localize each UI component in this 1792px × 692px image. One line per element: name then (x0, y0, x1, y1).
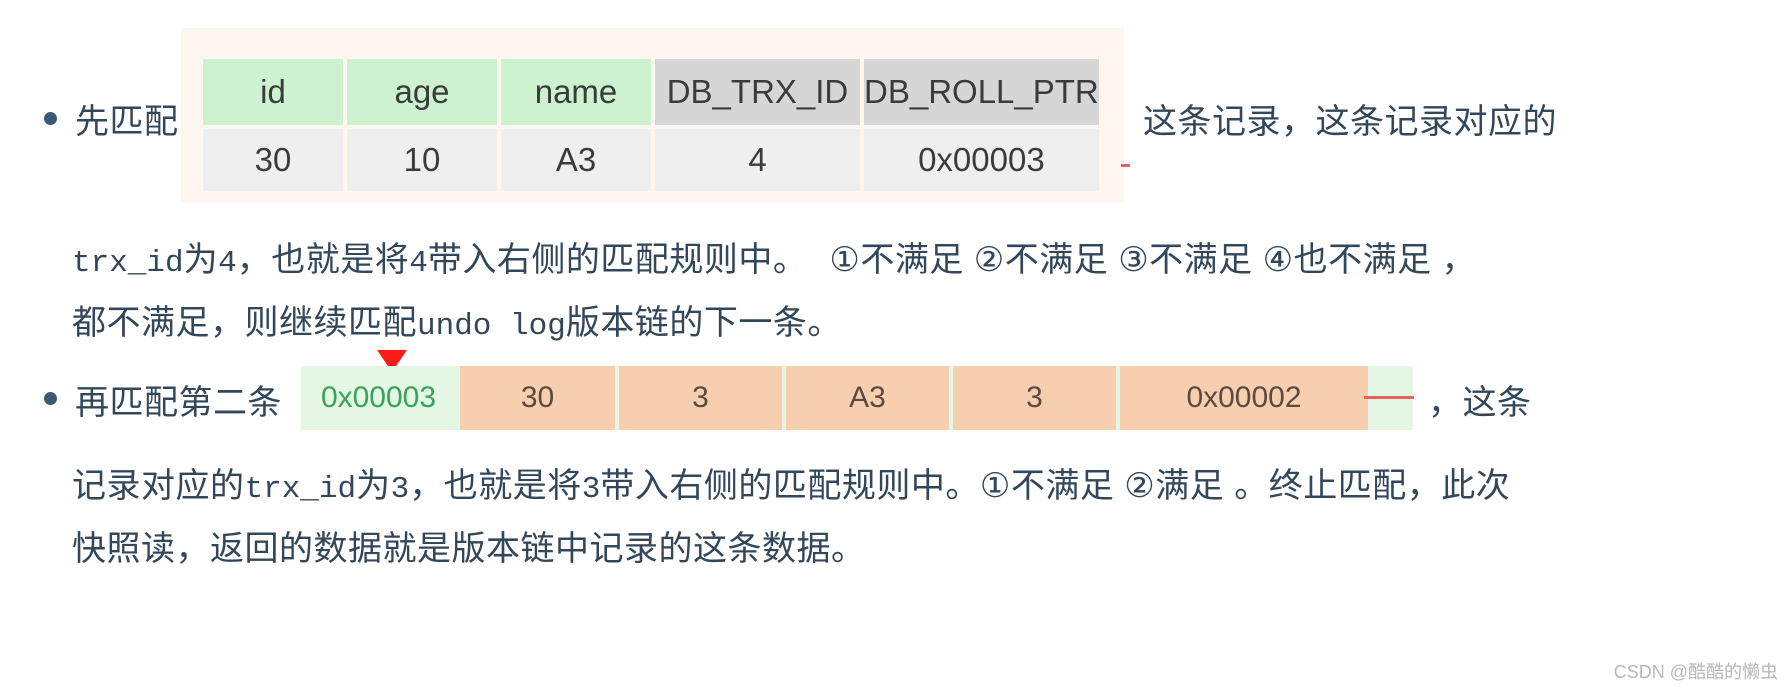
bullet-2-prefix-text: 再匹配第二条 (75, 384, 282, 422)
bullet-1-line-1-suffix: 这条记录，这条记录对应的 (1143, 94, 1557, 143)
line2-text-c: 带入右侧的匹配规则中。 (427, 241, 808, 279)
table-cell-db-trx-id: 4 (655, 129, 860, 191)
b2-line2-number: 3 (390, 472, 410, 507)
line3-text-b: 版本链的下一条。 (565, 304, 842, 342)
table-header-row: id age name DB_TRX_ID DB_ROLL_PTR (203, 59, 1099, 125)
table-cell-id: 30 (203, 129, 343, 191)
undo-log-row: 0x00003 30 3 A3 3 0x00002 (301, 366, 1372, 430)
undo-cell-age: 3 (619, 366, 782, 430)
b2-line2-text-b: 为 (356, 467, 391, 505)
red-line-marker (1364, 396, 1414, 399)
record-table: id age name DB_TRX_ID DB_ROLL_PTR 30 10 … (199, 55, 1103, 195)
line2-number-1: 4 (218, 246, 237, 281)
trx-id-code-1: trx_id (72, 246, 184, 281)
table-header-db-roll-ptr: DB_ROLL_PTR (864, 59, 1099, 125)
bullet-marker-2 (44, 392, 57, 405)
line3-text-a: 都不满足，则继续匹配 (72, 304, 417, 342)
bullet-1-line-1-prefix: 先匹配 (75, 94, 179, 143)
undo-cell-roll-ptr-current: 0x00003 (301, 366, 456, 430)
bullet-1-line-3: 都不满足，则继续匹配 undo log 版本链的下一条。 (72, 295, 842, 344)
bullet-2-line-1-prefix: 再匹配第二条 (75, 375, 282, 424)
table-header-age: age (347, 59, 497, 125)
b2-line2-text-d: 带入右侧的匹配规则中。①不满足 ②满足 。终止匹配，此次 (600, 467, 1511, 505)
trx-id-code-2: trx_id (244, 472, 357, 507)
table-cell-name: A3 (501, 129, 651, 191)
table-header-db-trx-id: DB_TRX_ID (655, 59, 860, 125)
bullet-2-line-1-suffix: ，这条 (1428, 375, 1532, 424)
csdn-watermark: CSDN @酷酷的懒虫 (1613, 662, 1778, 682)
record-table-screenshot: id age name DB_TRX_ID DB_ROLL_PTR 30 10 … (181, 28, 1130, 203)
line2-text-b: ，也就是将 (236, 241, 410, 279)
red-tick-marker (1121, 164, 1130, 167)
bullet-2-suffix-text: ，这条 (1428, 384, 1532, 422)
undo-log-code: undo log (417, 309, 566, 344)
bullet-marker-1 (44, 112, 57, 125)
b2-line2-number2: 3 (581, 472, 601, 507)
document-page: 先匹配 id age name DB_TRX_ID DB_ROLL_PTR 30… (0, 0, 1792, 692)
table-row: 30 10 A3 4 0x00003 (203, 129, 1099, 191)
line2-text-a: 为 (183, 241, 219, 279)
bullet-1-suffix-text: 这条记录，这条记录对应的 (1143, 103, 1557, 141)
bullet-2-line-2: 记录对应的 trx_id 为 3 ，也就是将 3 带入右侧的匹配规则中。①不满足… (72, 458, 1510, 507)
bullet-2-line-3: 快照读，返回的数据就是版本链中记录的这条数据。 (72, 521, 866, 570)
undo-cell-id: 30 (460, 366, 615, 430)
b2-line2-text-c: ，也就是将 (409, 467, 582, 505)
undo-log-row-screenshot: 0x00003 30 3 A3 3 0x00002 (301, 350, 1414, 430)
table-header-id: id (203, 59, 343, 125)
undo-cell-roll-ptr: 0x00002 (1120, 366, 1368, 430)
match-conditions-list-1: ①不满足 ②不满足 ③不满足 ④也不满足 ， (829, 241, 1477, 279)
table-header-name: name (501, 59, 651, 125)
line2-number-2: 4 (409, 246, 428, 281)
b2-line3-text: 快照读，返回的数据就是版本链中记录的这条数据。 (72, 530, 866, 568)
undo-cell-trx-id: 3 (953, 366, 1116, 430)
b2-line2-text-a: 记录对应的 (72, 467, 245, 505)
bullet-1-prefix-text: 先匹配 (75, 103, 179, 141)
undo-cell-name: A3 (786, 366, 949, 430)
table-cell-db-roll-ptr: 0x00003 (864, 129, 1099, 191)
table-cell-age: 10 (347, 129, 497, 191)
bullet-1-line-2: trx_id 为 4 ，也就是将 4 带入右侧的匹配规则中。 ①不满足 ②不满足… (72, 232, 1476, 281)
